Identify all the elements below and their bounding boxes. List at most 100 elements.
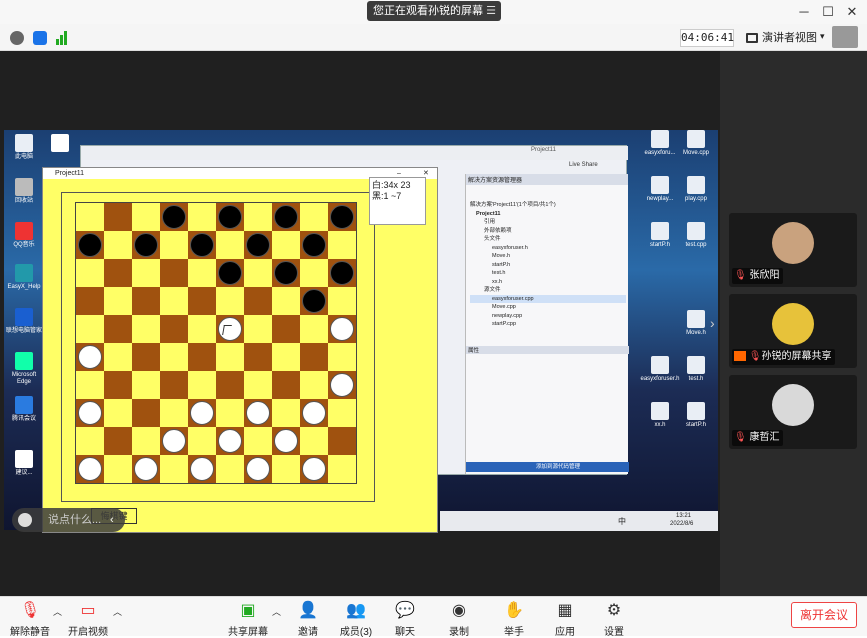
board-square[interactable] (300, 203, 328, 231)
board-square[interactable] (244, 315, 272, 343)
board-square[interactable] (160, 287, 188, 315)
black-piece[interactable] (274, 261, 298, 285)
board-square[interactable] (216, 231, 244, 259)
tree-item[interactable]: 解决方案'Project11'(1个项目/共1个) (470, 201, 626, 210)
add-source-control[interactable]: 添加到源代码管理 (466, 462, 629, 472)
board-square[interactable] (76, 203, 104, 231)
board-square[interactable] (104, 343, 132, 371)
board-square[interactable] (188, 287, 216, 315)
desktop-icon[interactable]: startP.h (676, 402, 716, 429)
board-square[interactable] (272, 399, 300, 427)
board-square[interactable] (328, 287, 356, 315)
black-piece[interactable] (302, 289, 326, 313)
chevron-up-icon[interactable]: ︿ (272, 605, 281, 618)
board-square[interactable] (132, 259, 160, 287)
white-piece[interactable] (134, 457, 158, 481)
chat-input[interactable]: 说点什么... ‹ (12, 508, 125, 532)
tree-item[interactable]: Project11 (470, 210, 626, 219)
desktop-icon[interactable]: Microsoft Edge (4, 352, 44, 386)
board-square[interactable] (160, 315, 188, 343)
white-piece[interactable] (302, 457, 326, 481)
tree-item[interactable]: startP.h (470, 261, 626, 270)
board-square[interactable] (188, 315, 216, 343)
board-square[interactable] (104, 315, 132, 343)
board-square[interactable] (132, 203, 160, 231)
black-piece[interactable] (162, 205, 186, 229)
white-piece[interactable] (190, 401, 214, 425)
black-piece[interactable] (274, 205, 298, 229)
white-piece[interactable] (190, 457, 214, 481)
tree-item[interactable]: easyxforuser.cpp (470, 294, 626, 303)
board-square[interactable] (272, 343, 300, 371)
desktop-icon[interactable]: QQ音乐 (4, 222, 44, 249)
desktop-icon[interactable]: Move.cpp (676, 130, 716, 157)
black-piece[interactable] (330, 261, 354, 285)
board-square[interactable] (76, 315, 104, 343)
white-piece[interactable] (246, 457, 270, 481)
board-square[interactable] (132, 399, 160, 427)
board-square[interactable] (104, 203, 132, 231)
white-piece[interactable] (302, 401, 326, 425)
board-square[interactable] (188, 343, 216, 371)
board-square[interactable] (300, 427, 328, 455)
desktop-icon[interactable]: 此电脑 (4, 134, 44, 161)
tree-item[interactable]: xx.h (470, 278, 626, 287)
board-square[interactable] (216, 343, 244, 371)
board-square[interactable] (104, 399, 132, 427)
chevron-up-icon[interactable]: ︿ (53, 605, 62, 618)
board-square[interactable] (132, 371, 160, 399)
members-button[interactable]: 👥 成员(3) (334, 599, 378, 638)
board-square[interactable] (160, 399, 188, 427)
view-mode-label[interactable]: 演讲者视图 (762, 29, 817, 47)
grid-view-icon[interactable] (746, 33, 758, 43)
board-square[interactable] (244, 287, 272, 315)
black-piece[interactable] (78, 233, 102, 257)
taskbar-ime[interactable]: 中 (618, 516, 626, 527)
board-square[interactable] (300, 343, 328, 371)
board-square[interactable] (160, 371, 188, 399)
board-square[interactable] (160, 343, 188, 371)
video-button[interactable]: ▭ 开启视频 (66, 599, 110, 638)
tree-item[interactable]: 头文件 (470, 235, 626, 244)
white-piece[interactable] (246, 401, 270, 425)
white-piece[interactable] (78, 457, 102, 481)
board-square[interactable] (300, 259, 328, 287)
checkers-board[interactable] (75, 202, 357, 484)
board-square[interactable] (76, 427, 104, 455)
board-square[interactable] (132, 287, 160, 315)
white-piece[interactable] (162, 429, 186, 453)
desktop-icon[interactable]: test.cpp (676, 222, 716, 249)
board-square[interactable] (300, 315, 328, 343)
black-piece[interactable] (190, 233, 214, 257)
black-piece[interactable] (218, 205, 242, 229)
board-square[interactable] (216, 287, 244, 315)
tree-item[interactable]: 外部依赖项 (470, 227, 626, 236)
self-avatar[interactable] (832, 26, 858, 48)
participant-tile[interactable]: 🎙 康哲汇 (729, 375, 857, 449)
board-square[interactable] (244, 203, 272, 231)
board-square[interactable] (104, 231, 132, 259)
board-square[interactable] (188, 203, 216, 231)
menu-icon[interactable]: ☰ (486, 1, 496, 21)
white-piece[interactable] (78, 345, 102, 369)
board-square[interactable] (328, 399, 356, 427)
board-square[interactable] (272, 231, 300, 259)
chevron-down-icon[interactable]: ▾ (820, 31, 825, 42)
board-square[interactable] (272, 371, 300, 399)
chevron-left-icon[interactable]: ‹ (110, 508, 114, 532)
desktop-icon[interactable] (40, 134, 80, 154)
black-piece[interactable] (218, 261, 242, 285)
desktop-icon[interactable]: play.cpp (676, 176, 716, 203)
raise-hand-button[interactable]: ✋ 举手 (492, 599, 536, 638)
board-square[interactable] (244, 427, 272, 455)
close-button[interactable]: ✕ (843, 3, 861, 21)
desktop-icon[interactable]: 回收站 (4, 178, 44, 205)
desktop-icon[interactable]: easyxforuser.h (640, 356, 680, 383)
board-square[interactable] (132, 427, 160, 455)
chevron-right-icon[interactable]: › (710, 315, 720, 345)
desktop-icon[interactable]: easyxforu... (640, 130, 680, 157)
black-piece[interactable] (330, 205, 354, 229)
desktop-icon[interactable]: test.h (676, 356, 716, 383)
board-square[interactable] (272, 455, 300, 483)
board-square[interactable] (76, 371, 104, 399)
